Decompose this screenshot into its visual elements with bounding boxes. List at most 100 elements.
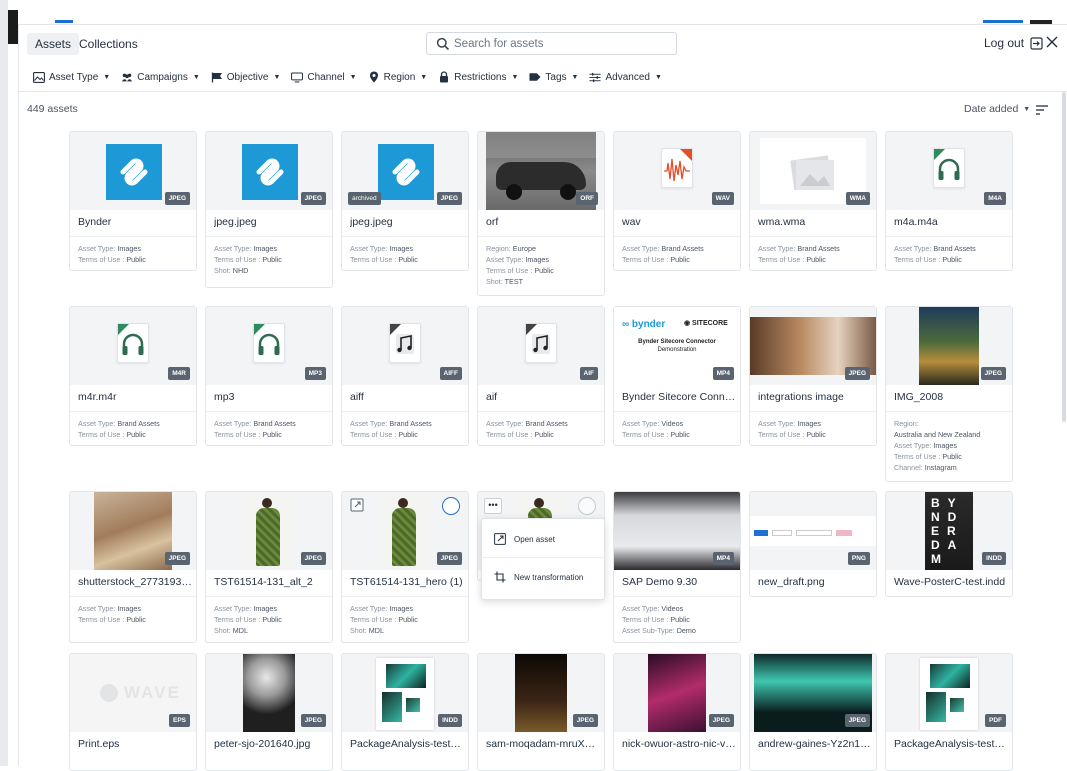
tab-collections[interactable]: Collections [71,33,146,55]
file-type-badge: JPEG [980,367,1006,380]
asset-card[interactable]: BYNDER DAM INDD Wave-PosterC-test.indd [885,491,1013,597]
metadata-row: Channel: Instagram [894,462,1008,473]
metadata-key: Region: [894,419,919,428]
asset-card[interactable]: JPEG sam-moqadam-mruXDO2... [477,653,605,771]
metadata-row: Asset Type: Brand Assets [78,418,192,429]
asset-name: m4a.m4a [894,216,938,228]
asset-card[interactable]: AIFF aiff Asset Type: Brand Assets Terms of… [341,306,469,446]
close-icon[interactable] [1043,33,1061,51]
asset-card[interactable]: JPEG archived jpeg.jpeg Asset Type: Images T… [341,131,469,271]
asset-card[interactable]: WMA wma.wma Asset Type: Brand Assets Terms … [749,131,877,271]
metadata-key: Asset Type: [350,604,388,613]
asset-card[interactable]: M4R m4r.m4r Asset Type: Brand Assets Terms … [69,306,197,446]
divider [342,411,468,412]
asset-card[interactable]: INDD PackageAnalysis-test1_lo... [341,653,469,771]
metadata-key: Terms of Use : [622,255,669,264]
filter-campaigns[interactable]: Campaigns ▼ [121,71,200,83]
asset-thumbnail: JPEG [614,654,740,732]
asset-thumbnail: AIFF [342,307,468,385]
metadata-key: Shot: [214,266,231,275]
asset-card[interactable]: AIF aif Asset Type: Brand Assets Terms of U… [477,306,605,446]
audio-file-icon [661,148,693,188]
asset-card[interactable]: PNG new_draft.png [749,491,877,597]
metadata-row: Terms of Use : Public [350,429,464,440]
logout-button[interactable]: Log out [984,36,1043,50]
file-type-badge: M4R [168,367,190,380]
asset-card[interactable]: ORF orf Region: Europe Asset Type: Images Te… [477,131,605,296]
open-asset-menu-item[interactable]: Open asset [494,531,555,547]
filter-tags[interactable]: Tags ▼ [529,71,578,83]
filter-objective[interactable]: Objective ▼ [211,71,280,83]
select-checkbox[interactable] [578,497,596,515]
metadata-value: Images [525,255,549,264]
metadata-row: Asset Type: Images [758,418,872,429]
asset-card[interactable]: JPEG andrew-gaines-Yz2n1NX2T... [749,653,877,771]
scrollbar[interactable] [1062,92,1066,422]
metadata-value: Demo [676,626,696,635]
backdrop-logo-block [8,10,18,44]
file-type-badge: JPEG [300,714,326,727]
asset-card[interactable]: JPEG jpeg.jpeg Asset Type: Images Terms of … [205,131,333,288]
more-options-icon[interactable]: ••• [484,498,502,514]
asset-name: aiff [350,391,364,403]
asset-name: aif [486,391,498,403]
divider [478,236,604,237]
asset-card[interactable]: MP3 mp3 Asset Type: Brand Assets Terms of U… [205,306,333,446]
filter-asset-type[interactable]: Asset Type ▼ [33,71,110,83]
metadata-key: Terms of Use : [214,615,261,624]
asset-card[interactable]: WAV wav Asset Type: Brand Assets Terms of U… [613,131,741,271]
open-external-icon[interactable] [350,498,364,512]
filter-region[interactable]: Region ▼ [368,71,427,83]
metadata-row: Asset Type: Brand Assets [486,418,600,429]
metadata-value: Public [262,255,282,264]
select-checkbox[interactable] [442,497,460,515]
asset-card[interactable]: JPEG Bynder Asset Type: Images Terms of Use… [69,131,197,271]
metadata-key: Terms of Use : [758,430,805,439]
asset-name: wma.wma [758,216,806,228]
metadata-row: Terms of Use : Public [214,429,328,440]
asset-card[interactable]: ∞ bynder ◉ SITECORE Bynder Sitecore Connec… [613,306,741,446]
new-transformation-menu-item[interactable]: New transformation [494,569,583,585]
asset-thumbnail: JPEG [206,492,332,570]
filter-restrictions[interactable]: Restrictions ▼ [438,71,518,83]
sort-dropdown[interactable]: Date added ▼ [964,103,1030,115]
asset-card[interactable]: JPEG shutterstock_277319387 Asset Type: Im… [69,491,197,643]
asset-card[interactable]: JPEG nick-owuor-astro-nic-visu... [613,653,741,771]
search-input[interactable] [454,34,669,53]
metadata-value: Australia and New Zealand [894,430,981,439]
metadata-key: Terms of Use : [622,430,669,439]
metadata-key: Asset Type: [350,244,388,253]
asset-card[interactable]: M4A m4a.m4a Asset Type: Brand Assets Terms … [885,131,1013,271]
filter-label: Channel [307,71,345,83]
file-type-badge: WMA [845,192,870,205]
sort-order-icon[interactable] [1036,105,1048,115]
asset-card[interactable]: JPEG TST61514-131_hero (1) Asset Type: Ima… [341,491,469,643]
asset-card[interactable]: JPEG integrations image Asset Type: Images… [749,306,877,446]
metadata-value: Public [942,255,962,264]
filter-channel[interactable]: Channel ▼ [291,71,357,83]
menu-label: New transformation [514,572,584,582]
asset-metadata: Asset Type: Videos Terms of Use : Public [622,418,736,440]
asset-name: PackageAnalysis-test1_lo... [894,738,1008,750]
metadata-key: Asset Type: [350,419,388,428]
asset-card[interactable]: JPEG TST61514-131_alt_2 Asset Type: Images… [205,491,333,643]
metadata-value: Brand Assets [253,419,296,428]
asset-name: new_draft.png [758,576,825,588]
metadata-value: Images [117,244,141,253]
asset-card[interactable]: WAVE EPS Print.eps [69,653,197,771]
filter-advanced[interactable]: Advanced ▼ [589,71,662,83]
asset-card[interactable]: PDF PackageAnalysis-test1_lo... [885,653,1013,771]
metadata-row: Terms of Use : Public [622,254,736,265]
metadata-value: Images [933,441,957,450]
package-thumb [920,658,978,730]
asset-card[interactable]: MP4 SAP Demo 9.30 Asset Type: Videos Terms … [613,491,741,643]
metadata-key: Asset Type: [758,419,796,428]
asset-context-menu: Open asset New transformation [481,518,606,600]
backdrop-accent [55,20,73,23]
file-type-badge: JPEG [164,192,190,205]
filter-label: Asset Type [49,71,99,83]
asset-card[interactable]: JPEG peter-sjo-201640.jpg [205,653,333,771]
asset-card[interactable]: JPEG IMG_2008 Region: Australia and New Ze… [885,306,1013,482]
divider [206,411,332,412]
asset-name: PackageAnalysis-test1_lo... [350,738,464,750]
